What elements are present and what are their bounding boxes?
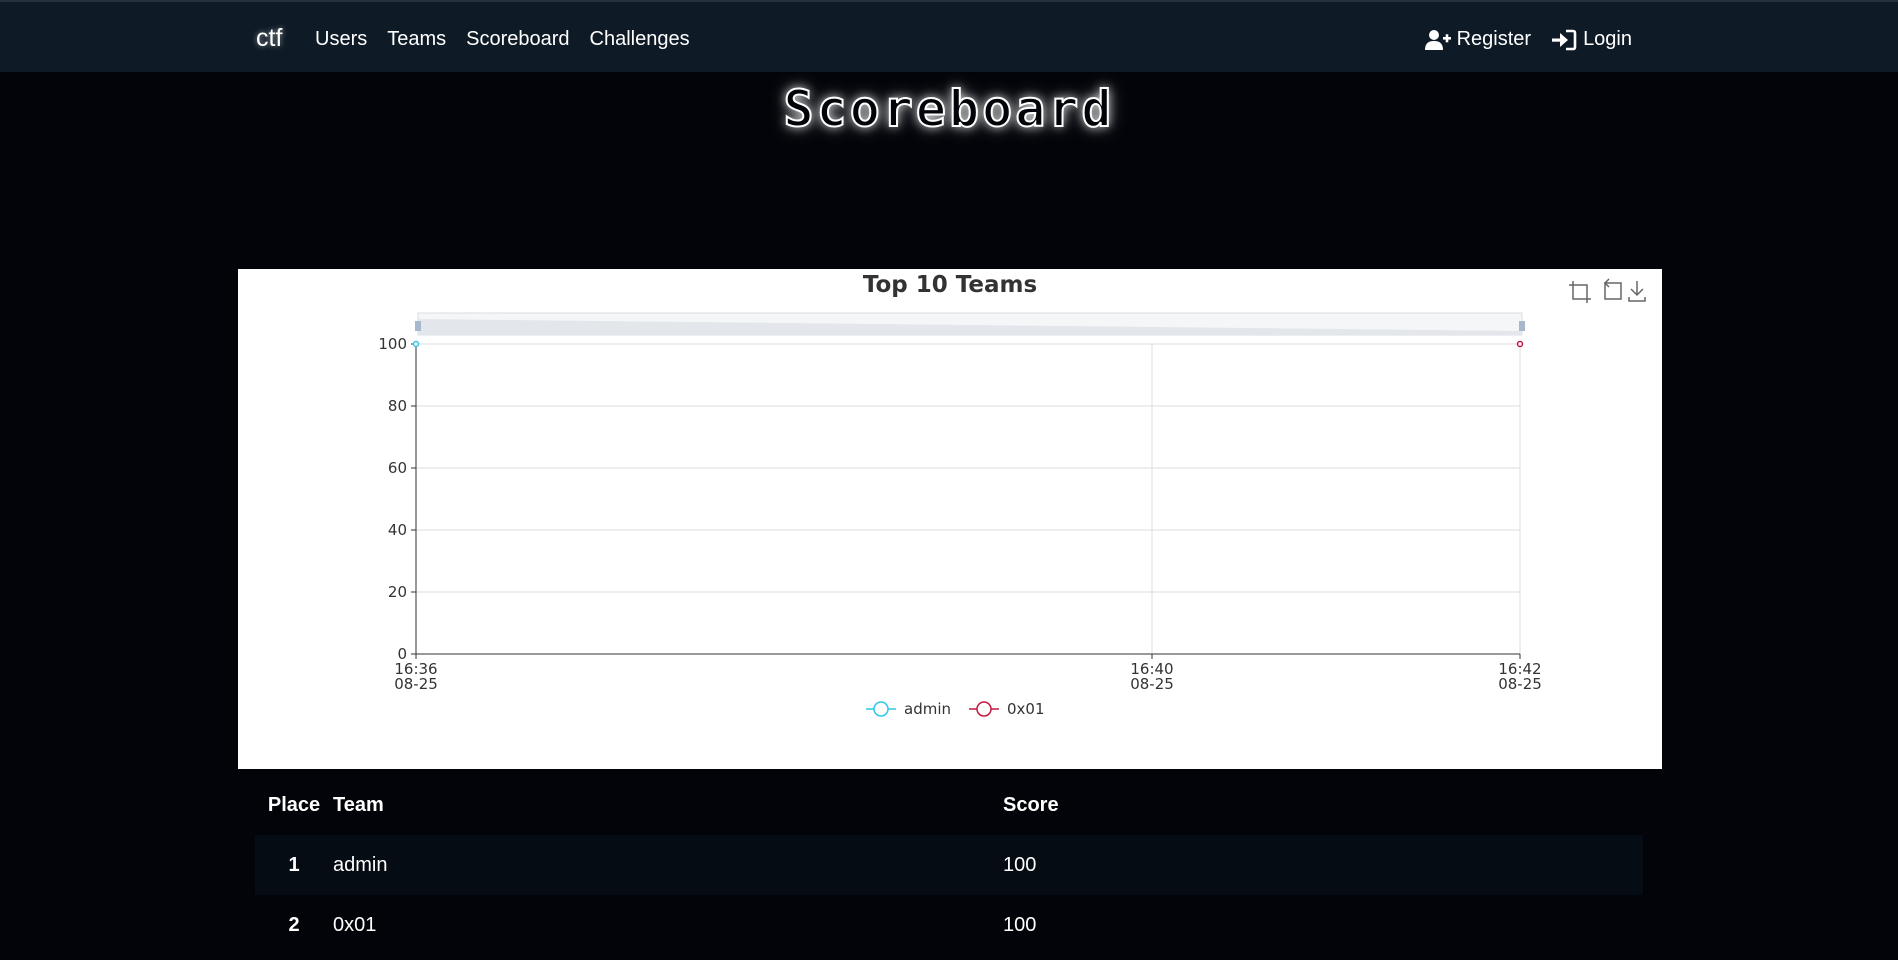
nav-link-scoreboard[interactable]: Scoreboard xyxy=(466,28,569,51)
y-tick-label: 100 xyxy=(378,335,407,353)
scoreboard-chart: Top 10 Teams 0 20 40 60 80 100 16:36 08-25 16:40… xyxy=(238,269,1662,769)
zoom-icon[interactable] xyxy=(1569,281,1591,303)
scoreboard-table: Place Team Score 1 admin 100 2 0x01 100 xyxy=(255,775,1643,955)
sign-in-icon xyxy=(1552,29,1577,50)
user-plus-icon xyxy=(1424,29,1451,50)
nav-links: Users Teams Scoreboard Challenges xyxy=(315,28,690,51)
data-point-admin[interactable] xyxy=(412,340,420,348)
x-tick-label-date: 08-25 xyxy=(1498,675,1542,693)
reset-icon[interactable] xyxy=(1603,278,1622,300)
zoom-handle-right[interactable] xyxy=(1519,321,1525,331)
page-title: Scoreboard xyxy=(782,79,1115,139)
data-point-0x01[interactable] xyxy=(1516,340,1524,348)
nav-link-challenges[interactable]: Challenges xyxy=(590,28,690,51)
team-cell[interactable]: 0x01 xyxy=(333,895,1003,955)
score-cell: 100 xyxy=(1003,913,1037,936)
nav-auth: Register Login xyxy=(1424,28,1632,51)
login-label: Login xyxy=(1583,28,1632,50)
score-cell: 100 xyxy=(1003,853,1037,876)
y-tick-label: 80 xyxy=(388,397,407,415)
y-tick-label: 20 xyxy=(388,583,407,601)
x-tick-label-date: 08-25 xyxy=(394,675,438,693)
login-link[interactable]: Login xyxy=(1551,28,1632,51)
x-tick-label-date: 08-25 xyxy=(1130,675,1174,693)
download-icon[interactable] xyxy=(1628,281,1646,302)
nav-link-teams[interactable]: Teams xyxy=(387,28,446,51)
navbar-inner: ctf Users Teams Scoreboard Challenges Re… xyxy=(238,2,1636,74)
register-link[interactable]: Register xyxy=(1424,28,1532,51)
y-tick-label: 60 xyxy=(388,459,407,477)
zoom-handle-left[interactable] xyxy=(415,321,421,331)
table-row: 1 admin 100 xyxy=(255,835,1643,895)
header-score: Score xyxy=(1003,793,1059,816)
header-team: Team xyxy=(333,793,384,816)
team-cell[interactable]: admin xyxy=(333,835,1003,895)
register-label: Register xyxy=(1456,28,1532,50)
navbar: ctf Users Teams Scoreboard Challenges Re… xyxy=(0,0,1898,72)
place-cell: 1 xyxy=(288,853,300,876)
legend-marker-admin[interactable] xyxy=(873,701,889,717)
table-row: 2 0x01 100 xyxy=(255,895,1643,955)
nav-link-users[interactable]: Users xyxy=(315,28,367,51)
data-zoom-slider[interactable] xyxy=(415,312,1525,336)
chart-title: Top 10 Teams xyxy=(863,272,1037,298)
header-place: Place xyxy=(267,793,321,816)
legend-label-admin[interactable]: admin xyxy=(904,700,951,718)
table-header-row: Place Team Score xyxy=(255,775,1643,835)
place-cell: 2 xyxy=(288,913,300,936)
brand-logo[interactable]: ctf xyxy=(256,24,282,53)
legend-marker-0x01[interactable] xyxy=(976,701,992,717)
legend-label-0x01[interactable]: 0x01 xyxy=(1007,700,1045,718)
y-tick-label: 40 xyxy=(388,521,407,539)
chart-canvas[interactable]: Top 10 Teams 02040608010016:3608-2516:40… xyxy=(238,269,1662,769)
